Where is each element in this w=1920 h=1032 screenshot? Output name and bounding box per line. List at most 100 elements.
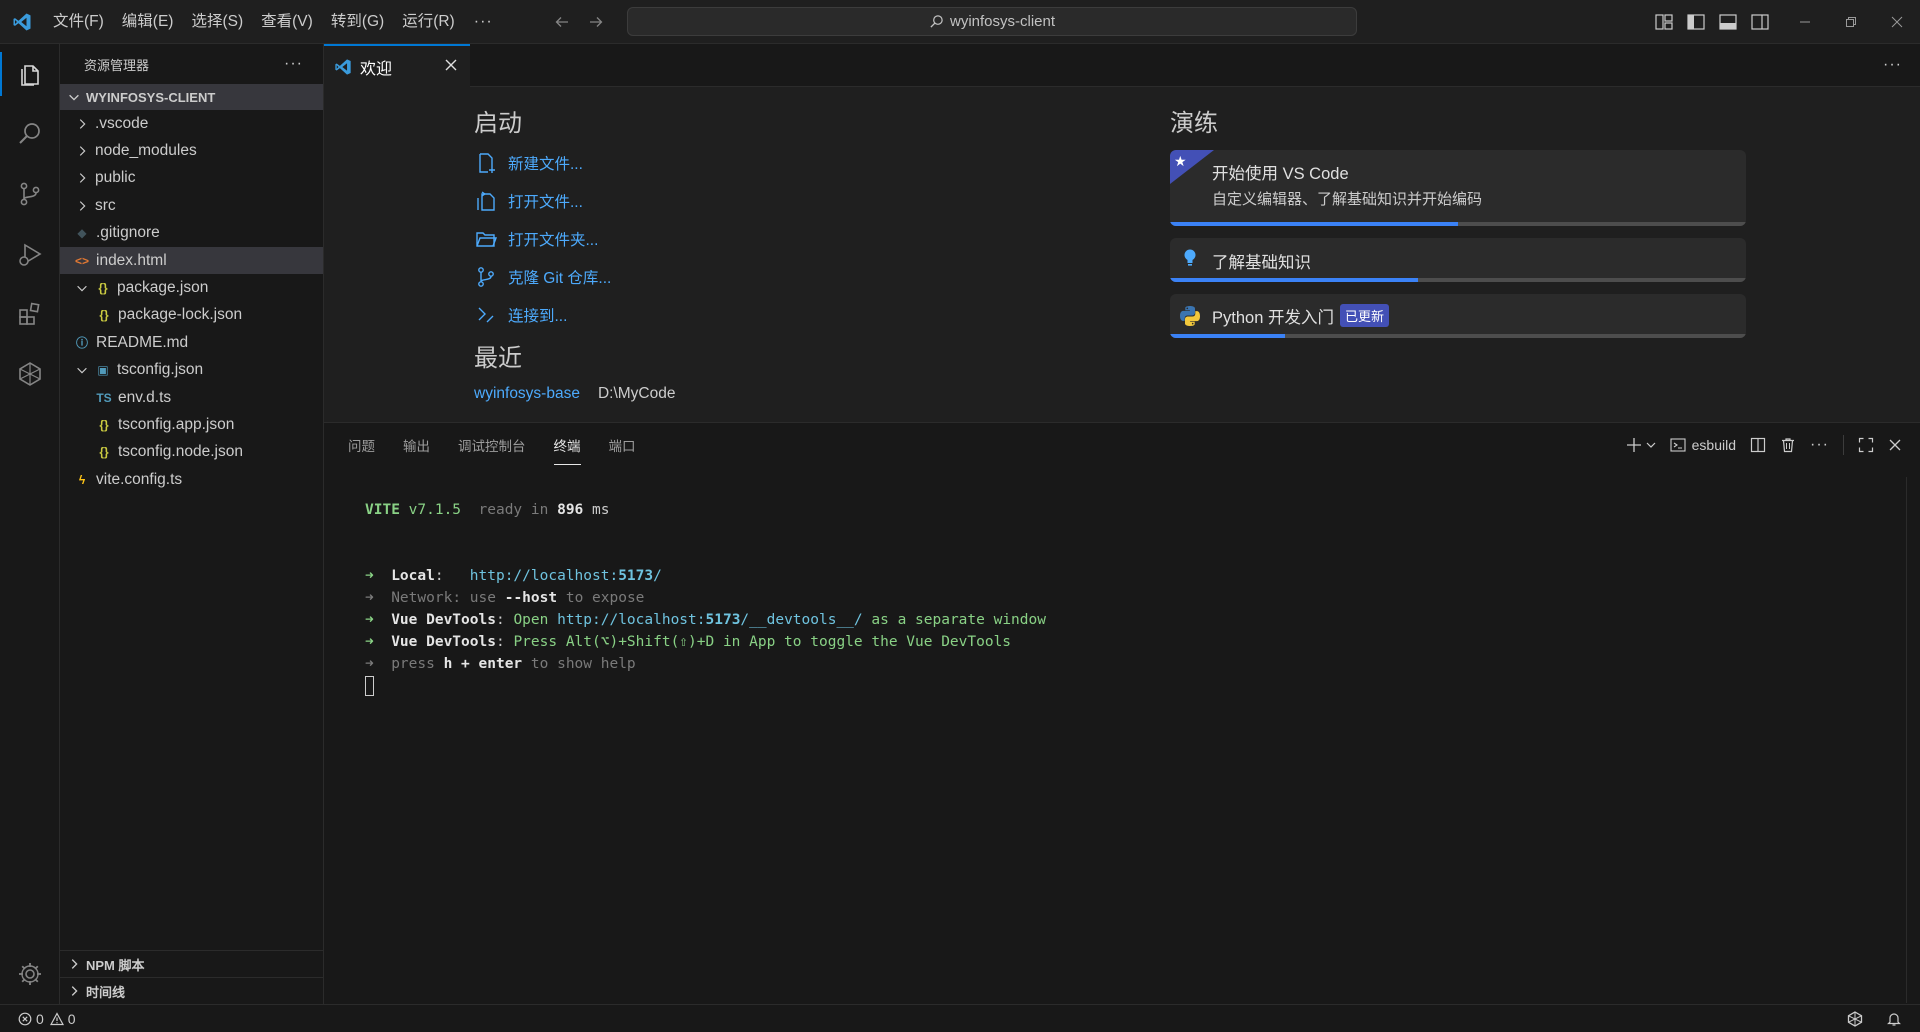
walkthrough-getting-started[interactable]: ★ 开始使用 VS Code 自定义编辑器、了解基础知识并开始编码: [1170, 150, 1746, 226]
tree-item-package-lock-json[interactable]: {} package-lock.json: [60, 302, 323, 329]
tree-item-public[interactable]: public: [60, 165, 323, 192]
toggle-primary-sidebar-icon[interactable]: [1686, 12, 1706, 32]
terminal-line-network: ➜ Network: use --host to expose: [365, 590, 645, 606]
tab-output[interactable]: 输出: [403, 435, 430, 455]
walkthrough-python[interactable]: Python 开发入门 已更新: [1170, 294, 1746, 338]
open-folder-label: 打开文件夹...: [508, 232, 599, 249]
minimize-icon[interactable]: [1782, 0, 1828, 44]
menu-more-button[interactable]: ···: [464, 13, 503, 31]
close-window-icon[interactable]: [1874, 0, 1920, 44]
local-url-a[interactable]: http://localhost:: [470, 568, 618, 584]
tab-welcome[interactable]: 欢迎: [324, 44, 470, 87]
tree-item-env-d-ts[interactable]: TS env.d.ts: [60, 384, 323, 411]
html-file-icon: <>: [74, 253, 89, 268]
tree-item-tsconfig-json[interactable]: ▣ tsconfig.json: [60, 357, 323, 384]
chevron-down-icon[interactable]: [74, 362, 90, 378]
chevron-right-icon[interactable]: [74, 116, 90, 132]
connect-to-link[interactable]: 连接到...: [474, 296, 676, 334]
copilot-icon[interactable]: [1846, 1010, 1864, 1028]
menu-go[interactable]: 转到(G): [322, 0, 393, 44]
extensions-icon[interactable]: [0, 284, 60, 344]
tree-item-index-html[interactable]: <> index.html: [60, 246, 323, 275]
progress-fill: [1170, 334, 1286, 338]
terminal-scrollbar[interactable]: [1906, 477, 1920, 1003]
settings-gear-icon[interactable]: [0, 944, 60, 1004]
updated-badge: 已更新: [1339, 304, 1389, 327]
search-icon[interactable]: [0, 104, 60, 164]
split-terminal-icon[interactable]: [1750, 437, 1766, 453]
npm-scripts-title: NPM 脚本: [86, 957, 145, 973]
vscode-logo-icon: [0, 0, 44, 44]
run-debug-icon[interactable]: [0, 224, 60, 284]
tab-problems[interactable]: 问题: [348, 435, 375, 455]
chevron-right-icon[interactable]: [74, 170, 90, 186]
menu-run[interactable]: 运行(R): [393, 0, 464, 44]
tree-item-tsconfig-app-json[interactable]: {} tsconfig.app.json: [60, 411, 323, 438]
tree-item-tsconfig-node-json[interactable]: {} tsconfig.node.json: [60, 439, 323, 466]
chevron-right-icon[interactable]: [74, 198, 90, 214]
tab-label: 欢迎: [360, 60, 393, 78]
tree-item-package-json[interactable]: {} package.json: [60, 274, 323, 301]
restore-icon[interactable]: [1828, 0, 1874, 44]
trash-icon[interactable]: [1780, 437, 1796, 453]
panel-more-button[interactable]: ···: [1810, 436, 1829, 454]
tree-item-src[interactable]: src: [60, 192, 323, 219]
command-center-search[interactable]: wyinfosys-client: [627, 7, 1357, 36]
devtools-url-a[interactable]: http://localhost:: [557, 612, 705, 628]
open-folder-link[interactable]: 打开文件夹...: [474, 220, 676, 258]
tree-item-vscode[interactable]: .vscode: [60, 110, 323, 137]
separator: [1843, 435, 1844, 455]
new-file-label: 新建文件...: [508, 156, 583, 173]
close-icon[interactable]: [444, 58, 458, 72]
terminal-output[interactable]: VITE v7.1.5 ready in 896 ms ➜ Local: htt…: [365, 499, 1046, 697]
local-port[interactable]: 5173: [618, 568, 653, 584]
tab-debug-console[interactable]: 调试控制台: [458, 435, 526, 455]
recent-item-link[interactable]: wyinfosys-base: [474, 385, 580, 403]
timeline-section-header[interactable]: 时间线: [60, 977, 323, 1004]
walkthrough-fundamentals[interactable]: 了解基础知识: [1170, 238, 1746, 282]
tree-item-label: tsconfig.json: [117, 361, 204, 379]
toggle-secondary-sidebar-icon[interactable]: [1750, 12, 1770, 32]
toggle-panel-icon[interactable]: [1718, 12, 1738, 32]
local-url-b[interactable]: /: [653, 568, 662, 584]
close-panel-icon[interactable]: [1888, 438, 1902, 452]
tab-ports[interactable]: 端口: [609, 435, 636, 455]
devtools-url-b[interactable]: /__devtools__/: [740, 612, 862, 628]
new-file-link[interactable]: 新建文件...: [474, 144, 676, 182]
workspace-section-header[interactable]: WYINFOSYS-CLIENT: [60, 84, 323, 110]
chevron-right-icon[interactable]: [74, 143, 90, 159]
notifications-bell-icon[interactable]: [1886, 1011, 1902, 1027]
chevron-down-icon[interactable]: [74, 280, 90, 296]
forward-arrow-icon[interactable]: [586, 12, 606, 32]
tab-terminal[interactable]: 终端: [553, 435, 581, 465]
terminal-line-devtools: ➜ Vue DevTools: Open http://localhost:51…: [365, 612, 1046, 628]
open-file-link[interactable]: 打开文件...: [474, 182, 676, 220]
tree-item-gitignore[interactable]: ◆ .gitignore: [60, 220, 323, 247]
editor-more-button[interactable]: ···: [1883, 56, 1902, 74]
back-arrow-icon[interactable]: [552, 12, 572, 32]
menu-edit[interactable]: 编辑(E): [113, 0, 183, 44]
npm-scripts-section-header[interactable]: NPM 脚本: [60, 950, 323, 977]
customize-layout-icon[interactable]: [1654, 12, 1674, 32]
chevron-right-icon: [66, 956, 82, 972]
tree-item-readme-md[interactable]: ⓘ README.md: [60, 329, 323, 356]
explorer-icon[interactable]: [0, 44, 60, 104]
tree-item-node-modules[interactable]: node_modules: [60, 137, 323, 164]
devtools-port[interactable]: 5173: [706, 612, 741, 628]
terminal-line-devtools-toggle: ➜ Vue DevTools: Press Alt(⌥)+Shift(⇧)+D …: [365, 634, 1012, 650]
network-use: use: [469, 590, 496, 606]
menu-selection[interactable]: 选择(S): [182, 0, 252, 44]
json-file-icon: {}: [99, 417, 109, 432]
terminal-selector[interactable]: esbuild: [1670, 437, 1736, 453]
sidebar-more-button[interactable]: ···: [284, 55, 303, 73]
tree-item-vite-config-ts[interactable]: ϟ vite.config.ts: [60, 466, 323, 493]
new-terminal-icon[interactable]: [1626, 437, 1656, 453]
remote-icon[interactable]: [0, 344, 60, 404]
source-control-icon[interactable]: [0, 164, 60, 224]
problems-status[interactable]: 0 0: [0, 1011, 76, 1027]
maximize-panel-icon[interactable]: [1858, 437, 1874, 453]
clone-git-link[interactable]: 克隆 Git 仓库...: [474, 258, 676, 296]
menu-file[interactable]: 文件(F): [44, 0, 113, 44]
menu-view[interactable]: 查看(V): [252, 0, 322, 44]
new-file-icon: [474, 151, 498, 175]
